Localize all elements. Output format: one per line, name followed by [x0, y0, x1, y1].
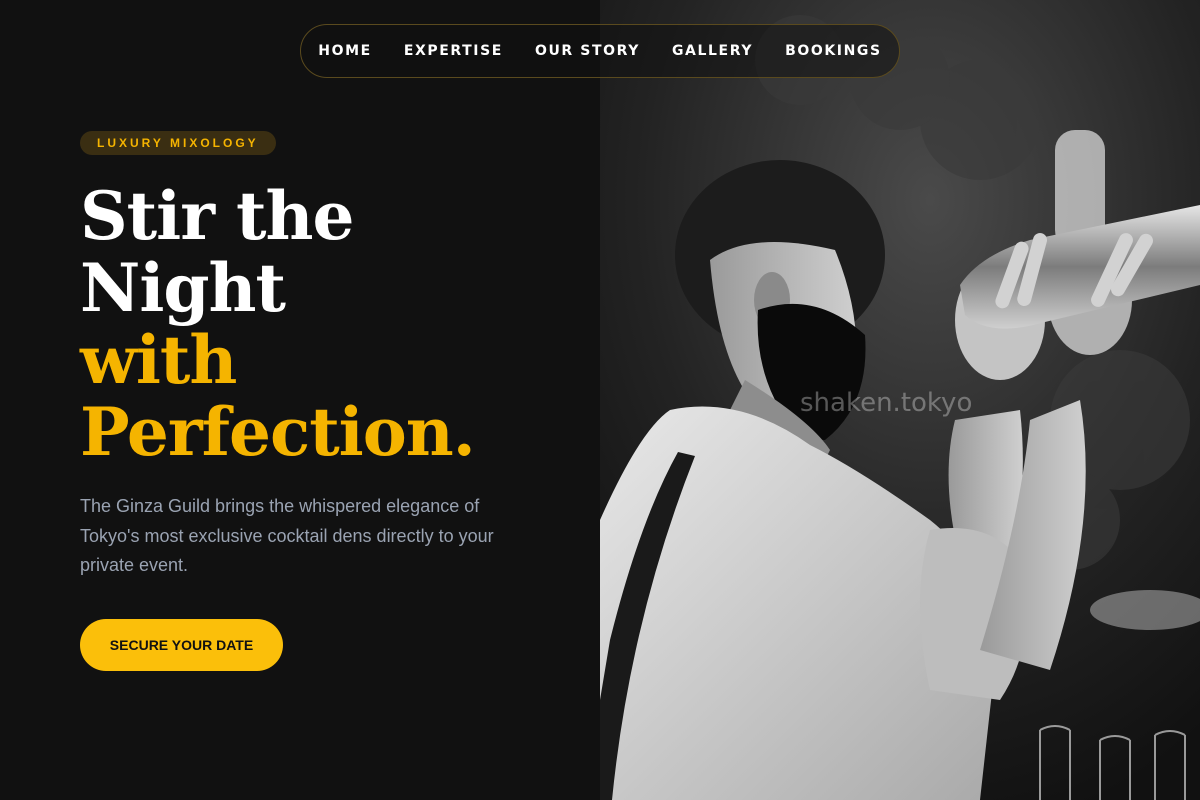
nav-link-bookings[interactable]: BOOKINGS	[785, 43, 882, 59]
nav-link-gallery[interactable]: GALLERY	[672, 43, 753, 59]
headline-line-3: with	[80, 321, 237, 399]
nav-link-our-story[interactable]: OUR STORY	[535, 43, 640, 59]
headline-line-4: Perfection.	[80, 393, 476, 471]
nav-link-expertise[interactable]: EXPERTISE	[404, 43, 503, 59]
secure-your-date-button[interactable]: SECURE YOUR DATE	[80, 619, 283, 671]
headline-line-1: Stir the	[80, 177, 354, 255]
hero-headline: Stir the Night with Perfection.	[80, 177, 476, 471]
main-nav: HOME EXPERTISE OUR STORY GALLERY BOOKING…	[300, 24, 900, 78]
watermark: shaken.tokyo	[800, 388, 973, 418]
nav-link-home[interactable]: HOME	[318, 43, 372, 59]
category-badge: LUXURY MIXOLOGY	[80, 131, 276, 155]
headline-line-2: Night	[80, 249, 286, 327]
hero-description: The Ginza Guild brings the whispered ele…	[80, 496, 494, 575]
